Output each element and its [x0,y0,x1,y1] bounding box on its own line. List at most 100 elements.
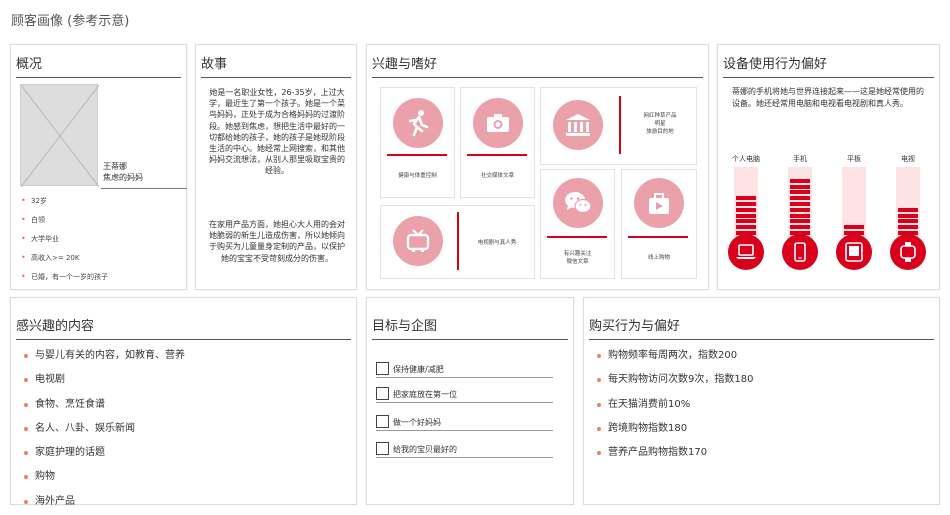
wechat-icon [553,178,603,228]
device-usage-bar [788,167,812,237]
interests-title: 兴趣与嗜好 [372,53,703,78]
story-panel: 故事 她是一名职业女性，26-35岁，上过大学，最近生了第一个孩子。她是一个菜鸟… [195,44,357,290]
list-item: 在天猫消费前10% [594,398,753,422]
device-usage-segment [736,196,756,201]
list-item: 电视剧 [21,373,185,397]
list-item: 跨境购物指数180 [594,422,753,446]
interest-label: 电视剧与真人秀 [477,240,517,246]
device-label: 平板 [847,155,861,163]
device-usage-segment [898,207,918,212]
device-usage-segment [736,213,756,218]
devices-title: 设备使用行为偏好 [723,53,934,78]
device-usage-segment [790,184,810,189]
list-item: 营养产品购物指数170 [594,446,753,470]
overview-facts: 32岁 白领 大学毕业 高收入>= 20K 已婚，有一个一岁的孩子 [21,196,108,291]
camera-icon [473,98,523,148]
interest-label: 健康与体重控制 [398,173,437,179]
phone-icon [782,234,818,270]
interest-accent-line [387,154,447,156]
list-item: 食物、烹饪食谱 [21,398,185,422]
fact-item: 高收入>= 20K [21,253,108,272]
device-usage-bar [896,167,920,237]
list-item: 每天购物访问次数9次，指数180 [594,373,753,397]
interest-card: 网红种草产品 明星 旅游目的地 [540,87,697,165]
device-usage-segment [898,213,918,218]
interest-accent-line [619,96,621,154]
list-item: 与婴儿有关的内容，如教育、营养 [21,349,185,373]
museum-icon [553,100,603,150]
goals-title: 目标与企图 [372,315,568,340]
goal-checkbox[interactable] [376,442,389,455]
goal-checkbox[interactable] [376,415,389,428]
interest-label: 社交媒体文章 [480,173,514,179]
device-label: 电视 [901,155,915,163]
fact-item: 白领 [21,215,108,234]
devices-panel: 设备使用行为偏好 蒂娜的手机将她与世界连接起来——这是她经常使用的设备。她还经常… [717,44,940,290]
device-usage-segment [736,225,756,230]
purchase-panel: 购买行为与偏好 购物频率每周两次，指数200 每天购物访问次数9次，指数180 … [583,297,940,505]
device-usage-segment [736,207,756,212]
interest-card: 电视剧与真人秀 [380,205,535,279]
content-interests-panel: 感兴趣的内容 与婴儿有关的内容，如教育、营养 电视剧 食物、烹饪食谱 名人、八卦… [10,297,357,507]
tablet-icon [836,234,872,270]
interest-card: 有兴趣关注 微信文章 [540,169,615,279]
device-usage-bar [734,167,758,237]
purchase-list: 购物频率每周两次，指数200 每天购物访问次数9次，指数180 在天猫消费前10… [594,349,753,470]
interest-label: 线上购物 [647,255,670,261]
device-usage-segment [736,219,756,224]
device-usage-segment [790,178,810,183]
persona-name-block: 王蒂娜 焦虑的妈妈 [101,161,187,189]
story-title: 故事 [201,53,351,78]
goal-label: 做一个好妈妈 [393,418,441,427]
device-usage-segment [790,190,810,195]
device-usage-segment [898,225,918,230]
overview-panel: 概况 王蒂娜 焦虑的妈妈 32岁 白领 大学毕业 高收入>= 20K 已婚，有一… [10,44,187,290]
device-usage-segment [736,202,756,206]
list-item: 海外产品 [21,495,185,515]
device-usage-segment [898,219,918,224]
goal-item: 保持健康/减肥 [376,360,553,378]
list-item: 名人、八卦、娱乐新闻 [21,422,185,446]
list-item: 购物 [21,470,185,494]
overview-title: 概况 [16,53,181,78]
interest-accent-line [547,236,607,238]
running-icon [393,98,443,148]
persona-tagline: 焦虑的妈妈 [103,173,143,182]
goal-label: 给我的宝贝最好的 [393,445,457,454]
device-usage-segment [790,202,810,206]
interest-card: 健康与体重控制 [380,87,455,198]
content-interests-title: 感兴趣的内容 [16,315,351,340]
devices-description: 蒂娜的手机将她与世界连接起来——这是她经常使用的设备。她还经常用电脑和电视看电视… [732,87,924,108]
fact-item: 已婚，有一个一岁的孩子 [21,272,108,291]
device-usage-segment [790,219,810,224]
list-item: 购物频率每周两次，指数200 [594,349,753,373]
interest-card: 社交媒体文章 [460,87,535,198]
device-usage-segment [790,196,810,201]
goal-item: 把家庭放在第一位 [376,385,553,403]
persona-name: 王蒂娜 [103,162,127,171]
goal-label: 保持健康/减肥 [393,365,444,374]
profile-photo-placeholder [20,84,100,188]
story-paragraph-2: 在家用产品方面，她担心大人用的会对她脆弱的新生儿造成伤害，所以她倾向于购买为儿童… [209,220,345,263]
interest-accent-line [467,154,527,156]
goal-checkbox[interactable] [376,387,389,400]
device-usage-segment [790,225,810,230]
device-usage-segment [790,213,810,218]
purchase-title: 购买行为与偏好 [589,315,934,340]
page-title: 顾客画像 (参考示意) [11,14,130,29]
interest-accent-line [457,212,459,270]
goal-checkbox[interactable] [376,362,389,375]
interest-label: 网红种草产品 明星 旅游目的地 [643,113,677,135]
interest-label: 有兴趣关注 微信文章 [563,251,592,265]
interest-accent-line [628,236,688,238]
device-usage-segment [844,225,864,230]
watch-icon [890,234,926,270]
goals-panel: 目标与企图 保持健康/减肥 把家庭放在第一位 做一个好妈妈 给我的宝贝最好的 [366,297,574,505]
goal-item: 做一个好妈妈 [376,413,553,431]
shopping-bag-icon [634,178,684,228]
fact-item: 32岁 [21,196,108,215]
device-usage-segment [790,207,810,212]
device-usage-bar [842,167,866,237]
goal-label: 把家庭放在第一位 [393,390,457,399]
interest-card: 线上购物 [621,169,697,279]
